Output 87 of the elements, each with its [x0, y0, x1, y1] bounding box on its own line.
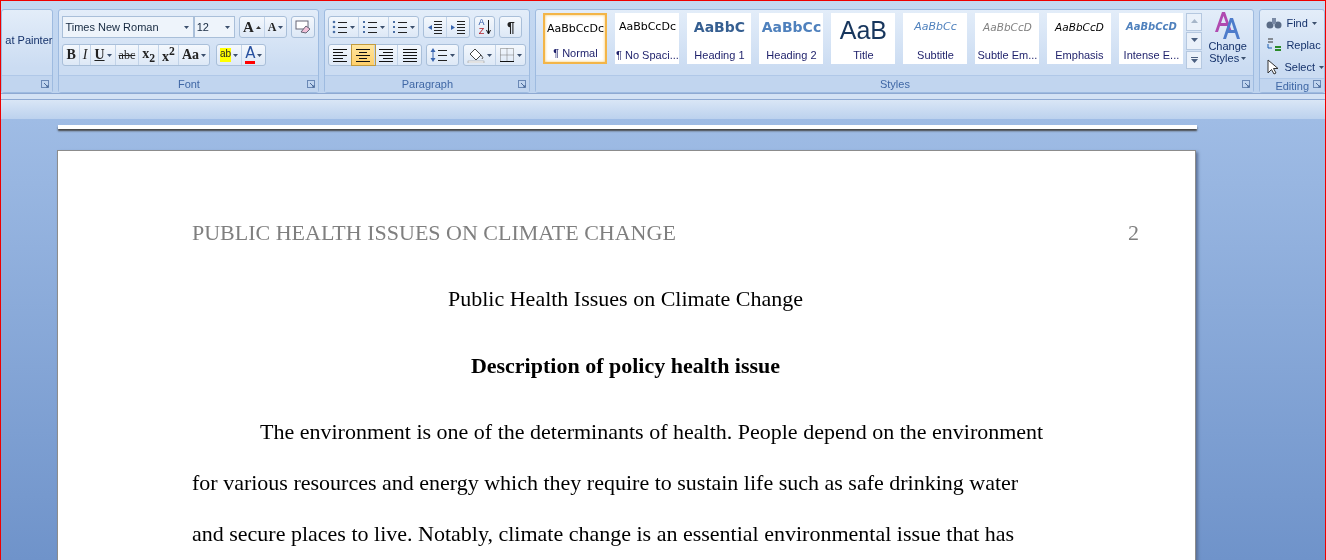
alignment-icon — [332, 47, 349, 63]
running-header: PUBLIC HEALTH ISSUES ON CLIMATE CHANGE — [192, 221, 676, 245]
style-item[interactable]: AaBbCc Subtitle — [903, 13, 968, 64]
subscript-button[interactable]: x$_{2}$ — [139, 45, 160, 65]
bold-button[interactable]: B — [63, 45, 80, 65]
caret-icon — [1311, 21, 1317, 25]
dialog-launcher-icon — [518, 80, 527, 88]
eraser-icon — [295, 20, 312, 34]
caret-icon — [224, 25, 230, 29]
list-icon — [362, 19, 379, 35]
highlight-button[interactable]: ab — [217, 45, 243, 65]
caret-icon — [183, 25, 189, 29]
dialog-launcher-icon — [1313, 80, 1321, 88]
font-name-field[interactable]: Times New Roman — [62, 16, 194, 38]
grow-font-button[interactable]: A — [239, 17, 265, 37]
up-caret-icon — [255, 25, 261, 29]
styles-icon — [1212, 10, 1243, 40]
caret-icon — [257, 53, 263, 57]
caret-icon — [201, 53, 206, 57]
caret-icon — [233, 53, 239, 57]
center-button[interactable] — [352, 45, 376, 65]
italic-button[interactable]: I — [79, 45, 92, 65]
section-heading: Description of policy health issue — [469, 354, 782, 378]
format-painter-button[interactable]: at Painter — [2, 34, 53, 46]
caret-icon — [1241, 56, 1247, 60]
caret-icon — [1190, 38, 1198, 44]
outdent-icon — [427, 19, 444, 35]
list-icon — [332, 19, 349, 35]
style-item[interactable]: AaBbC Heading 1 — [687, 13, 752, 64]
caret-icon — [350, 25, 356, 29]
alignment-icon — [378, 47, 395, 63]
select-button[interactable]: Select — [1266, 56, 1324, 78]
cursor-icon — [1266, 59, 1281, 75]
dialog-launcher-icon — [41, 80, 50, 88]
group-label: Styles — [536, 75, 1254, 92]
binoculars-icon — [1266, 16, 1283, 30]
style-item[interactable]: AaBbCc Heading 2 — [759, 13, 824, 64]
caret-icon — [106, 53, 112, 57]
body-text-line: for various resources and energy which they require to sustain life such as safe drinking water — [192, 469, 1020, 497]
down-arrow-icon — [486, 19, 492, 35]
caret-icon — [410, 25, 416, 29]
page-number: 2 — [1128, 221, 1139, 245]
caret-icon — [380, 25, 386, 29]
sort-button[interactable]: A Z — [475, 17, 495, 37]
caret-icon — [278, 25, 284, 29]
document-title: Public Health Issues on Climate Change — [447, 287, 804, 311]
caret-icon — [487, 53, 493, 57]
group-label: Editing — [1260, 78, 1324, 92]
list-icon — [392, 19, 409, 35]
style-item[interactable]: AaBbCcD Subtle Em... — [975, 13, 1040, 64]
caret-icon — [1190, 57, 1198, 63]
find-button[interactable]: Find — [1266, 12, 1324, 34]
font-size-field[interactable]: 12 — [193, 16, 235, 38]
style-item[interactable]: AaBbCcDc ¶ Normal — [543, 13, 608, 64]
group-label: Font — [59, 75, 319, 92]
superscript-button[interactable]: x$^{2}$ — [159, 45, 179, 65]
change-styles-button[interactable]: Change Styles — [1204, 10, 1251, 69]
caret-icon — [450, 53, 456, 57]
body-text-line: and secure places to live. Notably, climate change is an essential environmental issue that has — [192, 520, 1016, 548]
replace-icon — [1266, 37, 1283, 53]
paint-bucket-icon — [467, 47, 486, 63]
scroll-down-button[interactable] — [1186, 32, 1203, 50]
show-marks-button[interactable]: ¶ — [500, 17, 522, 37]
dialog-launcher-icon — [307, 80, 316, 88]
indent-icon — [450, 19, 467, 35]
alignment-icon — [355, 47, 372, 63]
body-text-line: The environment is one of the determinants of health. People depend on the environment — [259, 418, 1045, 446]
strikethrough-button[interactable]: abc — [115, 45, 140, 65]
caret-icon — [1319, 65, 1324, 69]
more-button[interactable] — [1186, 51, 1203, 69]
change-case-button[interactable]: Aa — [178, 45, 209, 65]
dialog-launcher-icon — [1242, 80, 1251, 88]
border-grid-icon — [499, 47, 516, 63]
caret-icon — [517, 53, 523, 57]
group-label: Paragraph — [325, 75, 530, 92]
font-color-button[interactable]: A — [242, 45, 266, 65]
style-item[interactable]: AaBbCcDc ¶ No Spaci... — [615, 13, 680, 64]
style-item[interactable]: AaBbCcD Intense E... — [1119, 13, 1184, 64]
line-spacing-icon — [430, 47, 449, 63]
alignment-icon — [401, 47, 418, 63]
style-item[interactable]: AaBbCcD Emphasis — [1047, 13, 1112, 64]
shrink-font-button[interactable]: A — [264, 17, 287, 37]
caret-icon — [1190, 19, 1198, 25]
underline-button[interactable]: U — [91, 45, 116, 65]
shading-button[interactable] — [464, 45, 497, 65]
style-item[interactable]: AaB Title — [831, 13, 896, 64]
replace-button[interactable]: Replac — [1266, 34, 1324, 56]
